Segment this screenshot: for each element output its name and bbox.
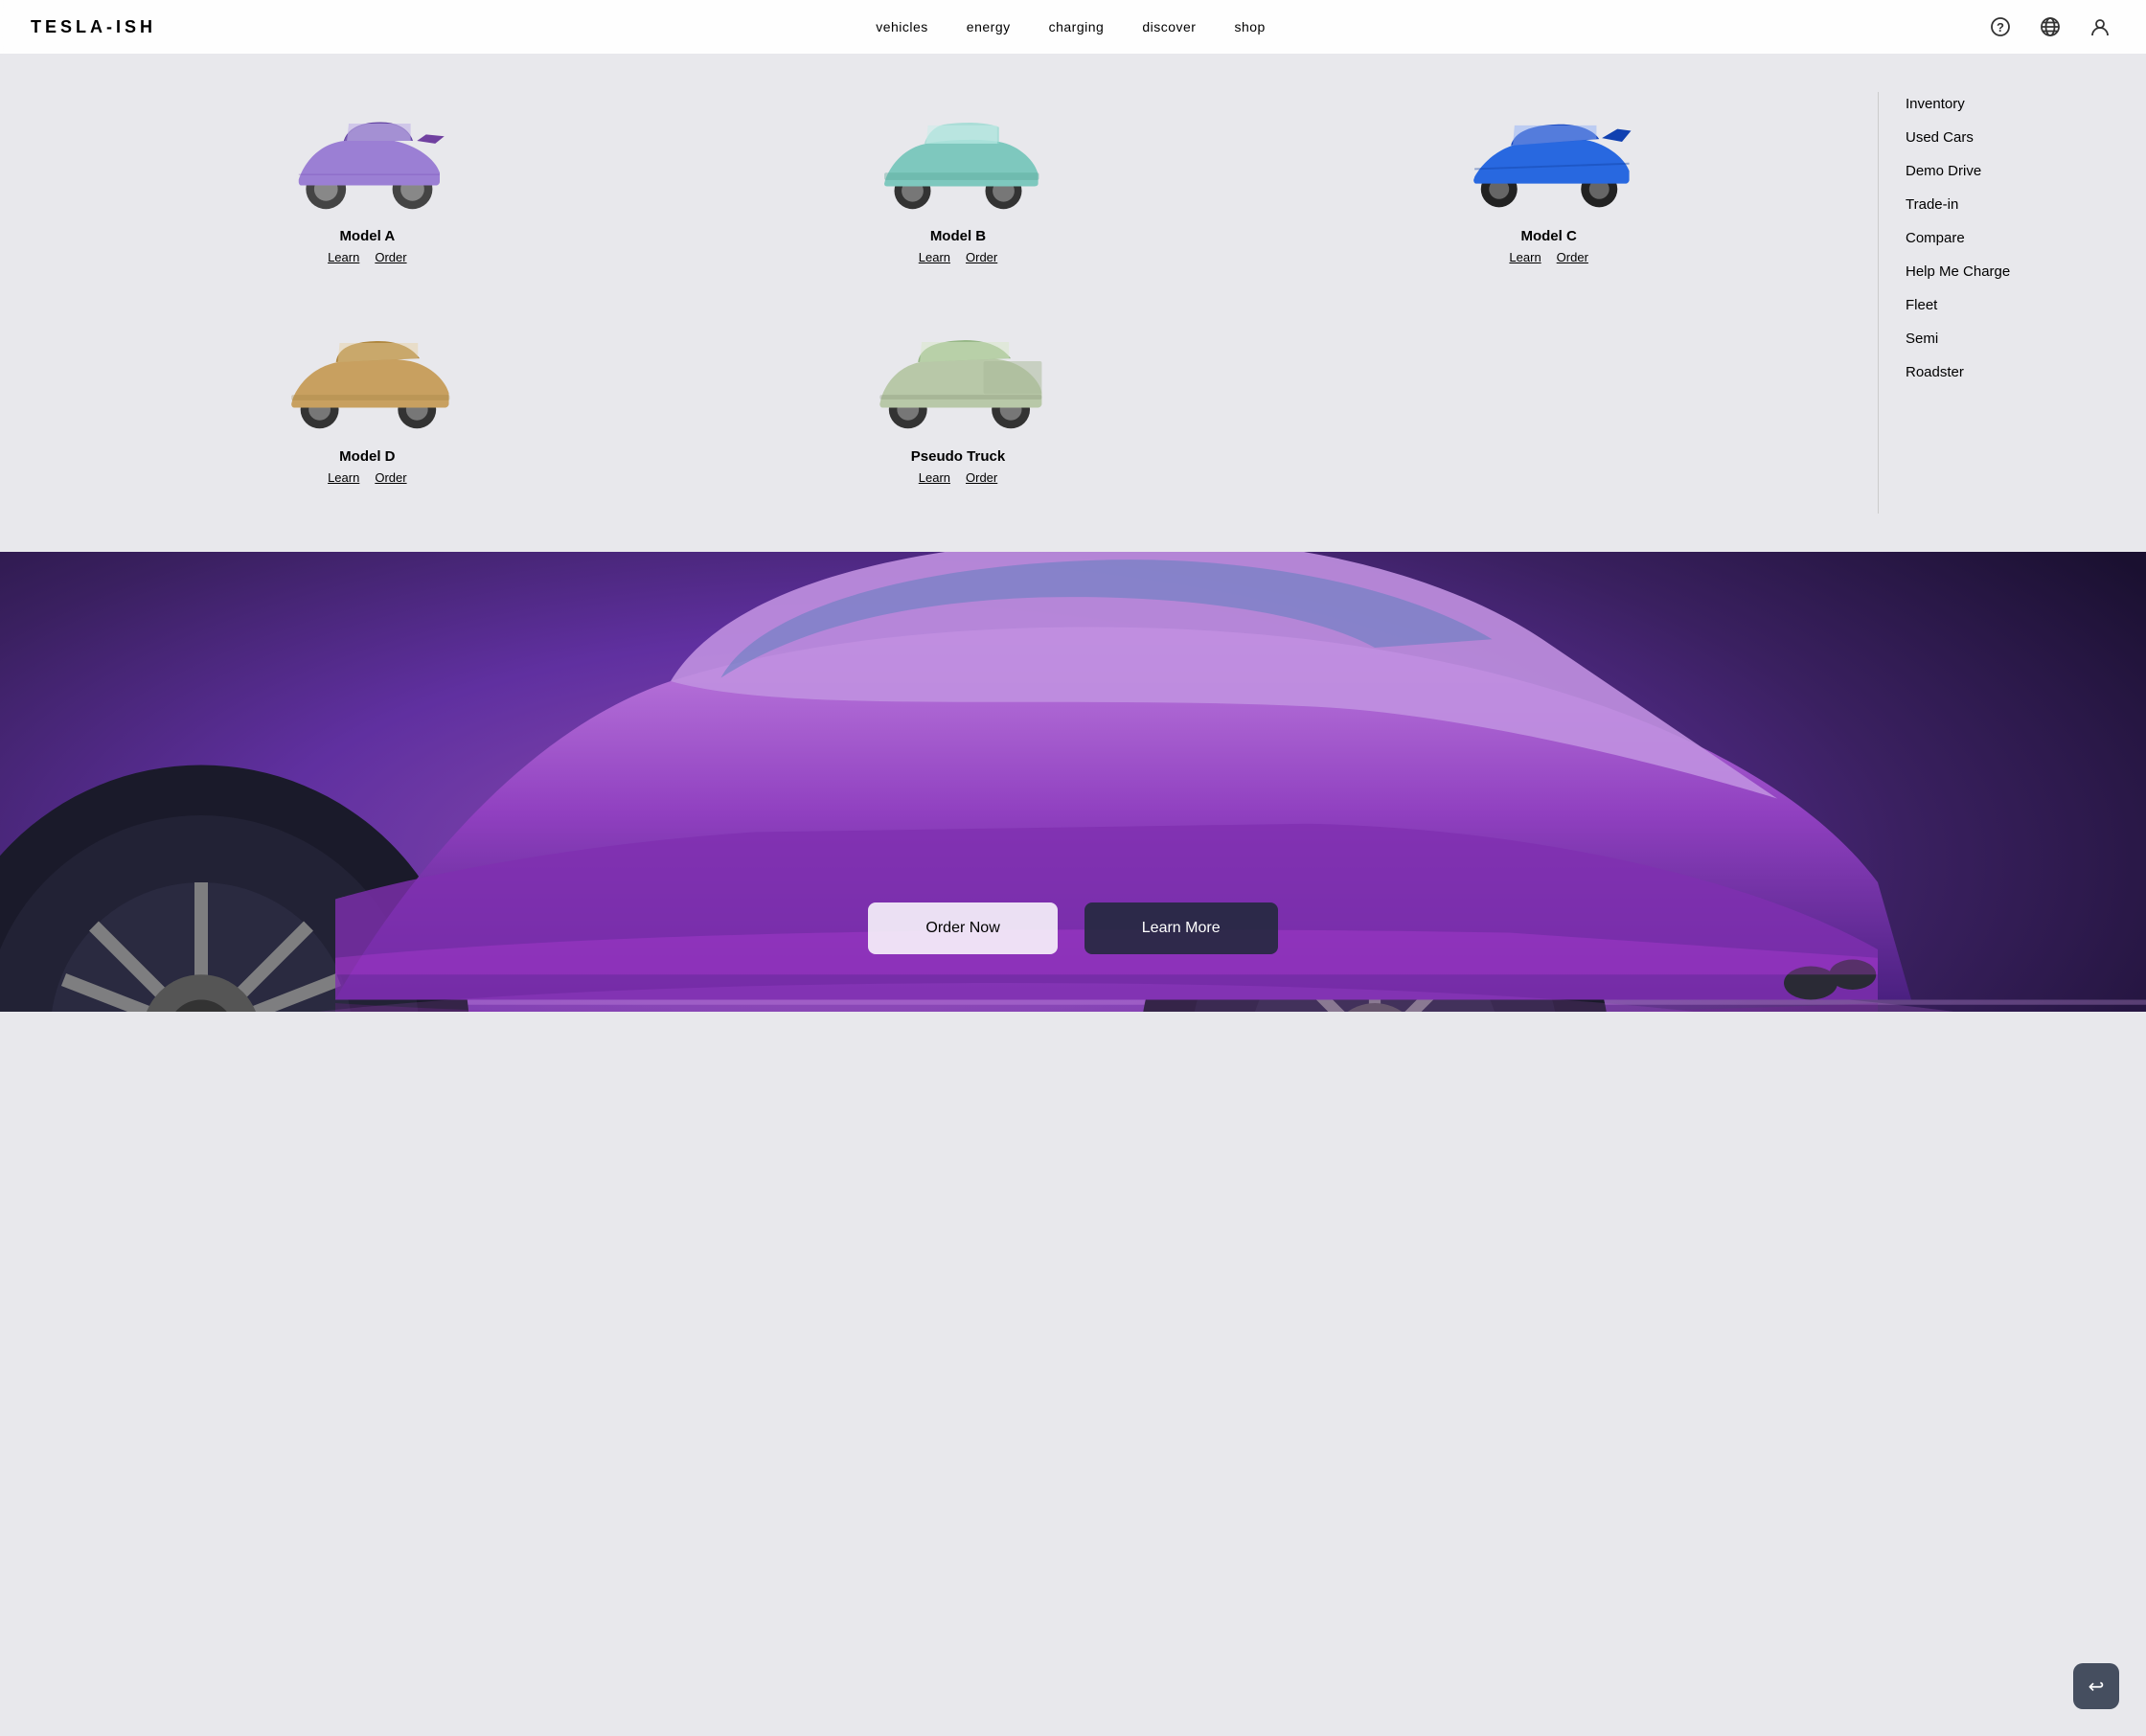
model-b-learn[interactable]: Learn xyxy=(919,250,950,264)
nav-shop[interactable]: shop xyxy=(1234,19,1265,34)
model-a-learn[interactable]: Learn xyxy=(328,250,359,264)
svg-text:?: ? xyxy=(1997,20,2004,34)
model-c-links: Learn Order xyxy=(1509,250,1587,264)
hero-section: Order Now Learn More xyxy=(0,552,2146,1012)
vehicle-card-model-b: Model B Learn Order xyxy=(668,92,1249,293)
learn-more-button[interactable]: Learn More xyxy=(1084,902,1278,954)
vehicle-image-model-c xyxy=(1458,102,1640,217)
vehicle-image-pseudo-truck xyxy=(867,322,1049,437)
nav-vehicles[interactable]: vehicles xyxy=(876,19,928,34)
globe-icon[interactable] xyxy=(2035,11,2066,42)
pseudo-truck-learn[interactable]: Learn xyxy=(919,470,950,485)
model-c-learn[interactable]: Learn xyxy=(1509,250,1541,264)
main-header: TESLA-ISH vehicles energy charging disco… xyxy=(0,0,2146,54)
vehicles-grid: Model A Learn Order xyxy=(77,92,1878,514)
model-a-order[interactable]: Order xyxy=(375,250,406,264)
model-a-links: Learn Order xyxy=(328,250,406,264)
vehicle-card-pseudo-truck: Pseudo Truck Learn Order xyxy=(668,312,1249,514)
model-c-name: Model C xyxy=(1520,228,1576,244)
model-b-name: Model B xyxy=(930,228,986,244)
header-icons: ? xyxy=(1985,11,2115,42)
main-nav: vehicles energy charging discover shop xyxy=(876,19,1266,34)
user-icon[interactable] xyxy=(2085,11,2115,42)
vehicle-card-model-a: Model A Learn Order xyxy=(77,92,658,293)
vehicles-sidebar: Inventory Used Cars Demo Drive Trade-in … xyxy=(1878,92,2069,514)
pseudo-truck-name: Pseudo Truck xyxy=(911,448,1005,465)
vehicle-image-model-b xyxy=(867,102,1049,217)
vehicles-dropdown: Model A Learn Order xyxy=(0,54,2146,552)
logo: TESLA-ISH xyxy=(31,17,156,37)
pseudo-truck-links: Learn Order xyxy=(919,470,997,485)
model-d-learn[interactable]: Learn xyxy=(328,470,359,485)
pseudo-truck-order[interactable]: Order xyxy=(966,470,997,485)
sidebar-inventory[interactable]: Inventory xyxy=(1906,96,2069,112)
model-d-name: Model D xyxy=(339,448,395,465)
nav-discover[interactable]: discover xyxy=(1142,19,1196,34)
model-a-name: Model A xyxy=(339,228,395,244)
sidebar-compare[interactable]: Compare xyxy=(1906,230,2069,246)
sidebar-help-charge[interactable]: Help Me Charge xyxy=(1906,263,2069,280)
vehicle-image-model-a xyxy=(276,102,458,217)
hero-buttons: Order Now Learn More xyxy=(868,902,1277,954)
sidebar-trade-in[interactable]: Trade-in xyxy=(1906,196,2069,213)
back-icon: ↩ xyxy=(2089,1675,2105,1699)
back-button[interactable]: ↩ xyxy=(2073,1663,2119,1709)
vehicle-image-model-d xyxy=(276,322,458,437)
sidebar-fleet[interactable]: Fleet xyxy=(1906,297,2069,313)
sidebar-roadster[interactable]: Roadster xyxy=(1906,364,2069,380)
model-d-links: Learn Order xyxy=(328,470,406,485)
help-icon[interactable]: ? xyxy=(1985,11,2016,42)
vehicle-card-model-d: Model D Learn Order xyxy=(77,312,658,514)
sidebar-demo-drive[interactable]: Demo Drive xyxy=(1906,163,2069,179)
nav-charging[interactable]: charging xyxy=(1049,19,1105,34)
nav-energy[interactable]: energy xyxy=(967,19,1011,34)
model-b-order[interactable]: Order xyxy=(966,250,997,264)
model-b-links: Learn Order xyxy=(919,250,997,264)
sidebar-used-cars[interactable]: Used Cars xyxy=(1906,129,2069,146)
order-now-button[interactable]: Order Now xyxy=(868,902,1057,954)
model-c-order[interactable]: Order xyxy=(1557,250,1588,264)
model-d-order[interactable]: Order xyxy=(375,470,406,485)
sidebar-semi[interactable]: Semi xyxy=(1906,331,2069,347)
vehicle-card-model-c: Model C Learn Order xyxy=(1258,92,1839,293)
